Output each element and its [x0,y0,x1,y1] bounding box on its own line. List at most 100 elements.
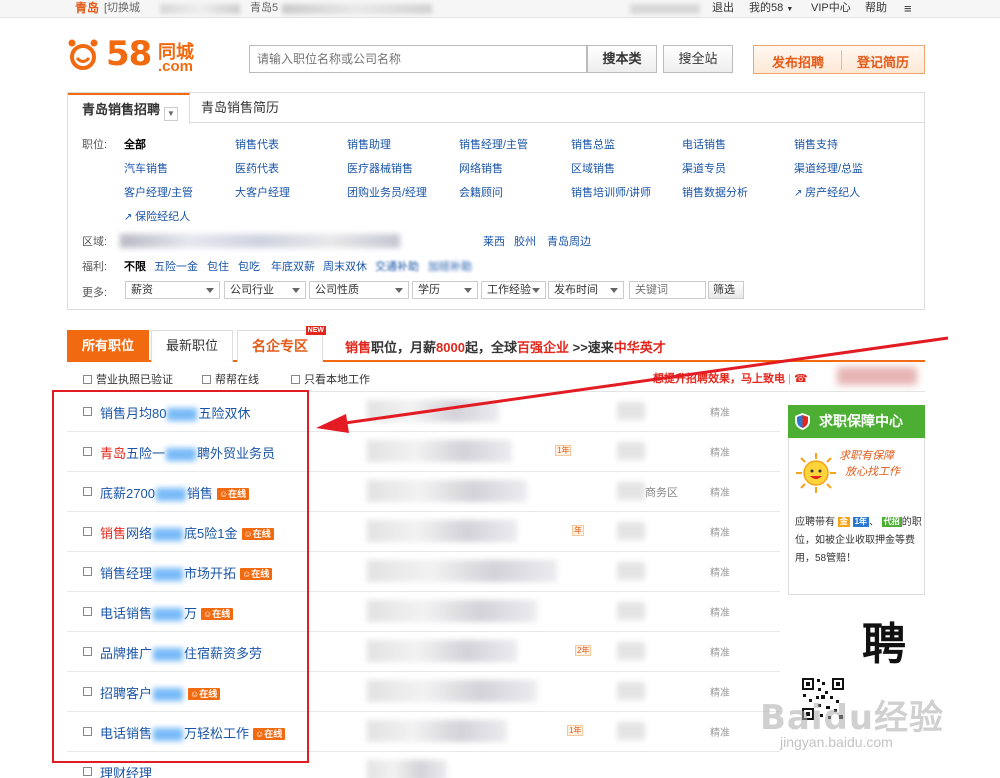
tab-famous-companies[interactable]: 名企专区 NEW [237,326,326,362]
company-name-blurred[interactable] [367,400,499,422]
row-checkbox[interactable] [83,767,92,776]
position-item[interactable]: 会籍顾问 [459,184,503,200]
tab-latest-jobs[interactable]: 最新职位 [151,330,233,362]
position-item[interactable]: 销售经理/主管 [459,136,528,152]
job-title-part: 理财经理 [100,766,153,778]
position-item[interactable]: 医疗器械销售 [347,160,413,176]
checkbox-label: 只看本地工作 [304,374,370,386]
search-category-button[interactable]: 搜本类 [587,45,657,73]
position-item[interactable]: 汽车销售 [124,160,168,176]
city-link[interactable]: 青岛5 [250,0,278,17]
welfare-item[interactable]: 包住 [207,258,229,274]
position-item[interactable]: ↗ 保险经纪人 [124,208,190,224]
site-logo[interactable]: 58 同城 .com [66,36,206,76]
post-resume-button[interactable]: 登记简历 [857,52,909,71]
logout-link[interactable]: 退出 [712,0,734,17]
company-name-blurred[interactable] [367,600,537,622]
company-name-blurred[interactable] [367,640,517,662]
position-item[interactable]: 销售总监 [571,136,615,152]
promo-text: 中华英才 [613,340,666,355]
welfare-item[interactable]: 加班补助 [428,258,472,274]
switch-city-link[interactable]: [切换城 [104,0,140,17]
welfare-item[interactable]: 交通补助 [375,258,419,274]
location-blurred [617,442,645,460]
vip-center-link[interactable]: VIP中心 [811,0,851,17]
chevron-down-icon [464,288,472,293]
guarantee-slogan: 求职有保障 放心找工作 [839,448,900,480]
help-link[interactable]: 帮助 [865,0,887,17]
industry-select[interactable]: 公司行业 [224,281,306,299]
tab-sales-jobs[interactable]: 青岛销售招聘 ▼ [68,93,190,124]
publish-date: 精准 [710,608,730,619]
search-site-button[interactable]: 搜全站 [663,45,733,73]
position-item[interactable]: 大客户经理 [235,184,290,200]
company-type-select[interactable]: 公司性质 [309,281,409,299]
job-title-link[interactable]: 理财经理 [100,763,152,778]
position-item[interactable]: 全部 [124,136,146,152]
keyword-input[interactable] [629,281,706,299]
checkbox-icon [202,375,211,384]
search-input[interactable] [250,46,586,72]
position-item[interactable]: 网络销售 [459,160,503,176]
guarantee-text: 应聘带有 金 1年、 代招 的职位，如被企业收取押金等费用，58管赔！ [795,514,923,568]
position-item[interactable]: 销售助理 [347,136,391,152]
position-label: 职位: [82,139,108,151]
location-blurred [617,642,645,660]
publish-time-select[interactable]: 发布时间 [548,281,624,299]
membership-year-badge: 1年 [567,725,584,736]
local-only-checkbox[interactable]: 只看本地工作 [291,371,370,387]
position-item[interactable]: ↗ 房产经纪人 [794,184,860,200]
tab-sales-resume[interactable]: 青岛销售简历 [201,93,279,123]
company-name-blurred[interactable] [367,760,447,778]
position-item[interactable]: 销售代表 [235,136,279,152]
company-name-blurred[interactable] [367,720,507,742]
menu-icon[interactable]: ≡ [904,0,912,17]
welfare-item[interactable]: 包吃 [238,258,260,274]
welfare-item[interactable]: 不限 [124,258,146,274]
welfare-item[interactable]: 五险一金 [154,258,198,274]
my58-label: 我的58 [749,2,784,14]
filter-button[interactable]: 筛选 [708,281,744,299]
company-name-blurred[interactable] [367,520,517,542]
area-item[interactable]: 青岛周边 [547,233,591,249]
chevron-down-icon[interactable]: ▼ [164,107,179,121]
position-item[interactable]: 电话销售 [682,136,726,152]
position-item[interactable]: 客户经理/主管 [124,184,193,200]
promo-banner[interactable]: 销售职位，月薪8000起，全球百强企业 >>速来中华英才 [345,337,666,356]
position-item[interactable]: 区域销售 [571,160,615,176]
promo-text: 百强企业 [516,340,569,355]
area-item[interactable]: 胶州 [514,233,536,249]
position-item[interactable]: 渠道经理/总监 [794,160,863,176]
position-item[interactable]: 渠道专员 [682,160,726,176]
welfare-item[interactable]: 年底双薪 [271,258,315,274]
education-select[interactable]: 学历 [412,281,478,299]
publish-date: 精准 [710,488,730,499]
chevron-down-icon [610,288,618,293]
tab-famous-label: 名企专区 [252,338,308,354]
top-bar: 青岛 [切换城 青岛5 退出 我的58 ▼ VIP中心 帮助 ≡ [0,0,1000,18]
company-name-blurred[interactable] [367,440,512,462]
guarantee-header[interactable]: 求职保障中心 [788,405,925,438]
tab-all-jobs[interactable]: 所有职位 [67,330,149,362]
company-name-blurred[interactable] [367,480,527,502]
welfare-item[interactable]: 周末双休 [323,258,367,274]
company-name-blurred[interactable] [367,680,537,702]
online-checkbox[interactable]: 帮帮在线 [202,371,259,387]
salary-select[interactable]: 薪资 [125,281,220,299]
checkbox-icon [291,375,300,384]
position-item[interactable]: 销售支持 [794,136,838,152]
position-item[interactable]: 医药代表 [235,160,279,176]
experience-select[interactable]: 工作经验 [481,281,546,299]
chevron-down-icon [532,288,540,293]
area-item[interactable]: 莱西 [483,233,505,249]
my58-menu[interactable]: 我的58 ▼ [749,0,793,18]
company-name-blurred[interactable] [367,560,557,582]
publish-date: 精准 [710,648,730,659]
verified-license-checkbox[interactable]: 营业执照已验证 [83,371,173,387]
publish-job-button[interactable]: 发布招聘 [772,52,824,71]
publish-date: 精准 [710,408,730,419]
logo-com: .com [158,58,194,75]
position-item[interactable]: 团购业务员/经理 [347,184,427,200]
position-item[interactable]: 销售数据分析 [682,184,748,200]
position-item[interactable]: 销售培训师/讲师 [571,184,651,200]
